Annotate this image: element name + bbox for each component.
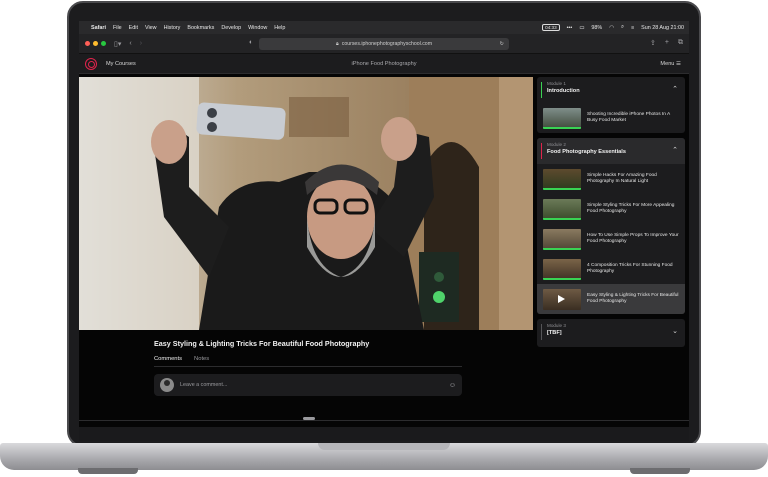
lesson-item-title: How To Use Simple Props To Improve Your …	[587, 232, 679, 244]
menubar-datetime[interactable]: Sun 28 Aug 21:00	[641, 25, 684, 31]
menubar-develop[interactable]: Develop	[221, 25, 241, 31]
close-window-button[interactable]	[85, 41, 90, 46]
module-label: Module 2	[547, 142, 566, 147]
video-player[interactable]	[79, 77, 533, 330]
module-header[interactable]: Module 1 Introduction ⌃	[537, 77, 685, 103]
battery-percent: 98%	[591, 24, 603, 31]
module-header[interactable]: Module 2 Food Photography Essentials ⌃	[537, 138, 685, 164]
lesson-thumbnail	[543, 228, 581, 250]
battery-icon[interactable]: ▭	[579, 25, 584, 31]
search-icon[interactable]: ⌕	[621, 24, 624, 31]
tab-overview-icon[interactable]: ⧉	[678, 39, 683, 47]
forward-icon[interactable]: ›	[140, 40, 142, 47]
reload-icon[interactable]: ↻	[500, 41, 504, 47]
zoom-window-button[interactable]	[101, 41, 106, 46]
module-3: Module 3 [TBF] ⌄	[537, 319, 685, 347]
menu-label: Menu	[660, 61, 675, 67]
video-frame	[79, 77, 533, 330]
module-title: Food Photography Essentials	[547, 149, 626, 155]
bottom-strip	[79, 427, 689, 441]
menubar-app-name[interactable]: Safari	[91, 25, 106, 31]
tabs-divider	[154, 366, 462, 367]
chevron-down-icon[interactable]: ⌄	[672, 327, 678, 335]
lesson-item-current[interactable]: Easy Styling & Lighting Tricks For Beaut…	[537, 284, 685, 314]
menubar-file[interactable]: File	[113, 25, 122, 31]
lesson-thumbnail	[543, 107, 581, 129]
hamburger-icon: ☰	[675, 61, 681, 67]
minimize-window-button[interactable]	[93, 41, 98, 46]
menubar-badge[interactable]: 04:33	[542, 24, 560, 31]
menubar-help[interactable]: Help	[274, 25, 285, 31]
wifi-icon[interactable]: ◠	[609, 25, 614, 31]
laptop-foot-right	[630, 468, 690, 474]
lesson-thumbnail	[543, 258, 581, 280]
lesson-thumbnail	[543, 198, 581, 220]
lesson-item-title: Simple Hacks For Amazing Food Photograph…	[587, 172, 657, 184]
menubar-view[interactable]: View	[145, 25, 157, 31]
site-header: My Courses iPhone Food Photography Menu …	[79, 54, 689, 74]
lesson-thumbnail	[543, 168, 581, 190]
divider	[79, 420, 689, 421]
lesson-item-title: 4 Composition Tricks For Stunning Food P…	[587, 262, 673, 274]
lesson-item[interactable]: Simple Hacks For Amazing Food Photograph…	[537, 164, 685, 194]
play-icon	[558, 294, 565, 303]
comment-input[interactable]: Leave a comment... ☺	[154, 374, 462, 396]
menubar-bookmarks[interactable]: Bookmarks	[187, 25, 214, 31]
laptop-hinge	[318, 443, 450, 450]
lock-icon: 🔒︎	[335, 40, 339, 47]
module-title: [TBF]	[547, 330, 562, 336]
chevron-up-icon[interactable]: ⌃	[672, 146, 678, 154]
browser-toolbar: ▯▾ ‹ › ◐ 🔒︎ courses.iphonephotographysch…	[79, 34, 689, 54]
lesson-item-title: Shooting Incredible iPhone Photos In A B…	[587, 111, 670, 123]
comment-placeholder: Leave a comment...	[180, 382, 228, 388]
lesson-item[interactable]: How To Use Simple Props To Improve Your …	[537, 224, 685, 254]
privacy-shield-icon[interactable]: ◐	[249, 39, 253, 46]
share-icon[interactable]: ⇪	[650, 39, 656, 47]
course-sidebar: Module 1 Introduction ⌃ Shooting Incredi…	[537, 77, 685, 352]
lesson-thumbnail	[543, 288, 581, 310]
module-label: Module 3	[547, 323, 566, 328]
chevron-up-icon[interactable]: ⌃	[672, 85, 678, 93]
window-controls	[85, 41, 106, 46]
menubar-ellipsis[interactable]: •••	[567, 25, 573, 31]
address-bar-url: courses.iphonephotographyschool.com	[341, 41, 433, 47]
module-title: Introduction	[547, 88, 580, 94]
new-tab-icon[interactable]: +	[665, 39, 669, 47]
lesson-item[interactable]: Simple Styling Tricks For More Appealing…	[537, 194, 685, 224]
menubar-history[interactable]: History	[164, 25, 181, 31]
menubar-window[interactable]: Window	[248, 25, 267, 31]
module-label: Module 1	[547, 81, 566, 86]
module-accent	[541, 82, 543, 98]
back-icon[interactable]: ‹	[129, 40, 131, 47]
lesson-item-title: Easy Styling & Lighting Tricks For Beaut…	[587, 292, 679, 304]
avatar	[160, 378, 174, 392]
module-2: Module 2 Food Photography Essentials ⌃ S…	[537, 138, 685, 314]
emoji-icon[interactable]: ☺	[449, 382, 456, 389]
lesson-item[interactable]: 4 Composition Tricks For Stunning Food P…	[537, 254, 685, 284]
module-accent	[541, 143, 543, 159]
menu-button[interactable]: Menu ☰	[660, 61, 681, 67]
lesson-item[interactable]: Shooting Incredible iPhone Photos In A B…	[537, 103, 685, 133]
laptop-foot-left	[78, 468, 138, 474]
address-bar[interactable]: 🔒︎ courses.iphonephotographyschool.com ↻	[259, 38, 509, 50]
lesson-item-title: Simple Styling Tricks For More Appealing…	[587, 202, 675, 214]
module-accent	[541, 324, 543, 340]
screen: Safari File Edit View History Bookmarks …	[79, 21, 689, 441]
control-center-icon[interactable]: ≡	[631, 25, 634, 31]
main-content: Easy Styling & Lighting Tricks For Beaut…	[79, 74, 689, 441]
menubar-edit[interactable]: Edit	[129, 25, 138, 31]
module-1: Module 1 Introduction ⌃ Shooting Incredi…	[537, 77, 685, 133]
sidebar-toggle-icon[interactable]: ▯▾	[114, 40, 121, 48]
lesson-title: Easy Styling & Lighting Tricks For Beaut…	[154, 339, 370, 348]
module-header[interactable]: Module 3 [TBF] ⌄	[537, 319, 685, 347]
course-title: iPhone Food Photography	[351, 61, 417, 67]
macos-menubar: Safari File Edit View History Bookmarks …	[79, 21, 689, 34]
